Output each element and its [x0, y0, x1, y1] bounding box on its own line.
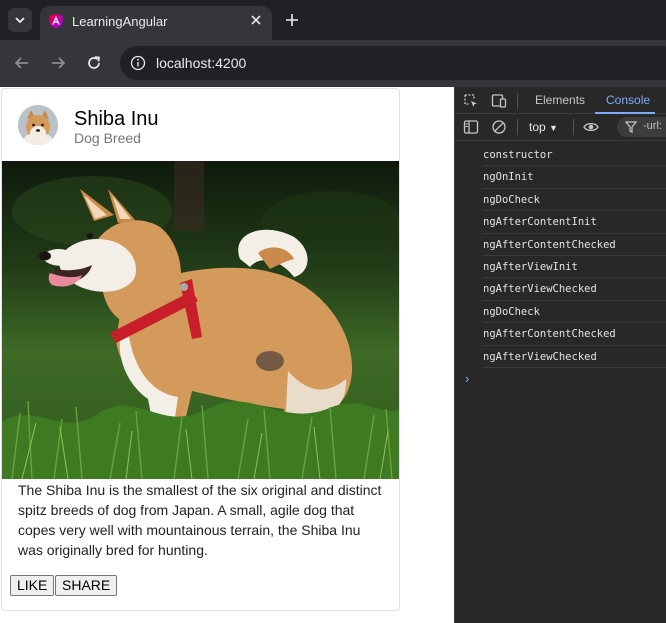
- console-message: ngDoCheck: [482, 301, 666, 324]
- eye-icon[interactable]: [583, 119, 599, 135]
- context-value: top: [529, 120, 546, 134]
- console-filter-input[interactable]: -url:: [617, 117, 666, 137]
- chevron-down-icon: [15, 17, 25, 24]
- inspect-element-icon[interactable]: [463, 93, 479, 109]
- separator: [573, 119, 574, 135]
- console-prompt[interactable]: ›: [465, 371, 469, 386]
- tab-console[interactable]: Console: [606, 93, 650, 107]
- avatar: [18, 105, 58, 145]
- reload-icon[interactable]: [85, 54, 103, 72]
- clear-console-icon[interactable]: [491, 119, 507, 135]
- separator: [517, 93, 518, 109]
- console-message: ngAfterViewInit: [482, 256, 666, 279]
- device-toolbar-icon[interactable]: [491, 93, 507, 109]
- sidebar-toggle-icon[interactable]: [463, 119, 479, 135]
- dropdown-arrow-icon: ▼: [549, 123, 558, 133]
- console-message: ngOnInit: [482, 166, 666, 189]
- browser-toolbar: localhost:4200: [0, 40, 666, 87]
- shiba-inu-photo: [2, 161, 399, 479]
- forward-arrow-icon[interactable]: [49, 54, 67, 72]
- like-button[interactable]: LIKE: [10, 575, 55, 596]
- console-message: ngAfterContentChecked: [482, 323, 666, 346]
- address-bar[interactable]: localhost:4200: [120, 46, 666, 80]
- console-message: ngAfterViewChecked: [482, 278, 666, 301]
- card-description: The Shiba Inu is the smallest of the six…: [18, 482, 382, 558]
- browser-tab[interactable]: LearningAngular: [40, 6, 272, 40]
- devtools-tab-bar: Elements Console: [455, 87, 666, 114]
- tab-search-button[interactable]: [8, 8, 32, 32]
- console-log-list: constructor ngOnInit ngDoCheck ngAfterCo…: [455, 144, 666, 368]
- site-info-icon[interactable]: [130, 55, 146, 71]
- back-arrow-icon[interactable]: [13, 54, 31, 72]
- new-tab-icon[interactable]: [284, 12, 300, 28]
- console-message: ngAfterContentInit: [482, 211, 666, 234]
- tab-strip: LearningAngular: [0, 0, 666, 40]
- separator: [517, 119, 518, 135]
- angular-logo-icon: [49, 13, 63, 29]
- breed-card: Shiba Inu Dog Breed The Shiba Inu is the…: [1, 88, 400, 611]
- console-message: constructor: [482, 144, 666, 167]
- devtools-panel: Elements Console top ▼ -url: constructor…: [454, 87, 666, 623]
- console-toolbar: top ▼ -url:: [455, 114, 666, 141]
- card-subtitle: Dog Breed: [74, 130, 141, 146]
- page-viewport: Shiba Inu Dog Breed The Shiba Inu is the…: [0, 87, 454, 623]
- share-button[interactable]: SHARE: [55, 575, 118, 596]
- url-text[interactable]: localhost:4200: [156, 55, 246, 71]
- card-title: Shiba Inu: [74, 108, 159, 130]
- dog-avatar-image: [18, 105, 58, 145]
- tab-title: LearningAngular: [72, 14, 168, 29]
- context-selector[interactable]: top ▼: [529, 120, 558, 134]
- close-tab-icon[interactable]: [250, 14, 262, 26]
- filter-text: -url:: [643, 120, 662, 132]
- console-message: ngDoCheck: [482, 189, 666, 212]
- console-message: ngAfterContentChecked: [482, 234, 666, 256]
- filter-icon: [625, 121, 637, 133]
- console-message: ngAfterViewChecked: [482, 346, 666, 368]
- tab-elements[interactable]: Elements: [535, 93, 585, 107]
